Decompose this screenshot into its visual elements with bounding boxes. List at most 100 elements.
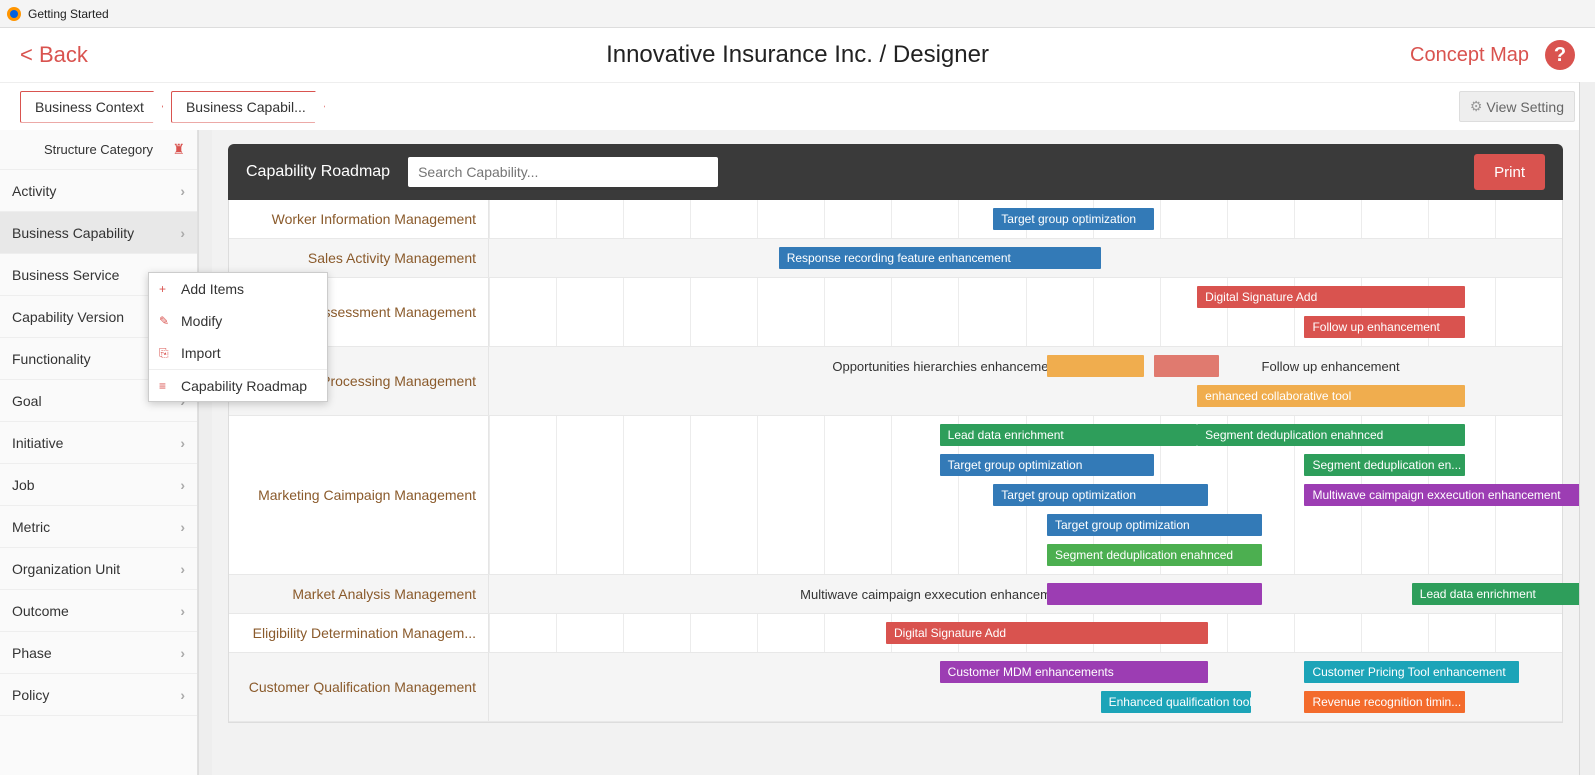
roadmap-bar[interactable] xyxy=(1047,355,1144,377)
bar-line: Digital Signature Add xyxy=(489,618,1562,648)
context-menu-label: Capability Roadmap xyxy=(181,378,307,394)
roadmap-bar[interactable]: Target group optimization xyxy=(940,454,1155,476)
context-menu-icon: + xyxy=(159,282,173,296)
capability-label[interactable]: Marketing Caimpaign Management xyxy=(229,416,489,574)
roadmap-bar[interactable]: Response recording feature enhancement xyxy=(779,247,1101,269)
browser-tab-bar: Getting Started xyxy=(0,0,1595,28)
roadmap-bar[interactable]: Lead data enrichment xyxy=(1412,583,1579,605)
sidebar-item-label: Job xyxy=(12,477,35,493)
roadmap-bar[interactable]: Segment deduplication enahnced xyxy=(1047,544,1262,566)
sidebar-item-activity[interactable]: Activity › xyxy=(0,170,197,212)
tree-icon[interactable]: ♜ xyxy=(172,141,185,158)
sidebar-item-organization-unit[interactable]: Organization Unit› xyxy=(0,548,197,590)
window-scrollbar[interactable]: ▲ xyxy=(1579,28,1595,775)
roadmap-bar[interactable] xyxy=(1047,583,1262,605)
capability-label[interactable]: Eligibility Determination Managem... xyxy=(229,614,489,652)
firefox-icon xyxy=(6,6,22,22)
roadmap-bar[interactable]: enhanced collaborative tool xyxy=(1197,385,1465,407)
roadmap-title: Capability Roadmap xyxy=(246,163,390,181)
sidebar-item-policy[interactable]: Policy › xyxy=(0,674,197,716)
capability-bars: Multiwave caimpaign exxecution enhanceme… xyxy=(489,575,1562,613)
concept-map-link[interactable]: Concept Map xyxy=(1410,44,1529,67)
roadmap-bar[interactable]: Segment deduplication en... xyxy=(1304,454,1465,476)
roadmap-bar[interactable]: Segment deduplication enahnced xyxy=(1197,424,1465,446)
roadmap-bar[interactable]: Enhanced qualification tool xyxy=(1101,691,1251,713)
capability-bars: Response recording feature enhancement xyxy=(489,239,1562,277)
capability-bars: Customer MDM enhancements Customer Pricin… xyxy=(489,653,1562,721)
chevron-right-icon: › xyxy=(180,519,185,535)
sidebar-item-label: Outcome xyxy=(12,603,69,619)
bar-line: Response recording feature enhancement xyxy=(489,243,1562,273)
roadmap-bar[interactable]: Lead data enrichment xyxy=(940,424,1198,446)
roadmap-text: Follow up enhancement xyxy=(1262,355,1400,377)
bar-line: Target group optimizationMultiwave caimp… xyxy=(489,480,1562,510)
capability-row: Order Processing ManagementOpportunities… xyxy=(229,347,1562,416)
sidebar-item-label: Metric xyxy=(12,519,50,535)
help-icon[interactable]: ? xyxy=(1545,40,1575,70)
roadmap-bar[interactable]: Target group optimization xyxy=(1047,514,1262,536)
context-menu-add-items[interactable]: + Add Items xyxy=(149,273,327,305)
capability-label[interactable]: Market Analysis Management xyxy=(229,575,489,613)
back-link[interactable]: < Back xyxy=(20,42,88,68)
chevron-right-icon: › xyxy=(180,225,185,241)
roadmap-grid: Worker Information Management Target grou… xyxy=(228,200,1563,723)
sidebar: Structure Category ♜ Activity›Business C… xyxy=(0,130,198,775)
gear-icon: ⚙ xyxy=(1470,98,1483,115)
roadmap-bar[interactable]: Target group optimization xyxy=(993,484,1208,506)
bar-line: Segment deduplication enahnced xyxy=(489,540,1562,570)
search-capability-input[interactable] xyxy=(408,157,718,187)
capability-bars: Opportunities hierarchies enhancement Fol… xyxy=(489,347,1562,415)
context-menu-icon: ⎘ xyxy=(159,346,173,361)
chevron-right-icon: › xyxy=(180,183,185,199)
sidebar-scrollbar[interactable] xyxy=(198,130,212,775)
context-menu-icon: ✎ xyxy=(159,314,173,328)
roadmap-bar[interactable] xyxy=(1154,355,1218,377)
roadmap-bar[interactable]: Digital Signature Add xyxy=(886,622,1208,644)
capability-bars: Target group optimization xyxy=(489,200,1562,238)
sidebar-item-outcome[interactable]: Outcome › xyxy=(0,590,197,632)
bar-line: Lead data enrichmentSegment deduplicatio… xyxy=(489,420,1562,450)
roadmap-bar[interactable]: Multiwave caimpaign exxecution enhanceme… xyxy=(1304,484,1579,506)
roadmap-text: Opportunities hierarchies enhancement xyxy=(832,355,1059,377)
bar-line: Enhanced qualification tool Revenue recog… xyxy=(489,687,1562,717)
context-menu: + Add Items ✎Modify⎘Import≡Capability Road… xyxy=(148,272,328,402)
roadmap-bar[interactable]: Target group optimization xyxy=(993,208,1154,230)
sidebar-item-job[interactable]: Job› xyxy=(0,464,197,506)
sidebar-item-phase[interactable]: Phase› xyxy=(0,632,197,674)
chevron-right-icon: › xyxy=(180,603,185,619)
sidebar-item-business-capability[interactable]: Business Capability › xyxy=(0,212,197,254)
roadmap-bar[interactable]: Customer Pricing Tool enhancement xyxy=(1304,661,1519,683)
print-button[interactable]: Print xyxy=(1474,154,1545,190)
breadcrumb-1[interactable]: Business Capabil... xyxy=(171,91,325,123)
sidebar-item-metric[interactable]: Metric › xyxy=(0,506,197,548)
sidebar-item-label: Capability Version xyxy=(12,309,124,325)
capability-label[interactable]: Worker Information Management xyxy=(229,200,489,238)
context-menu-import[interactable]: ⎘Import xyxy=(149,337,327,369)
sidebar-item-initiative[interactable]: Initiative› xyxy=(0,422,197,464)
sidebar-item-label: Business Capability xyxy=(12,225,134,241)
sidebar-item-label: Activity xyxy=(12,183,56,199)
chevron-right-icon: › xyxy=(180,687,185,703)
roadmap-bar[interactable]: Digital Signature Add xyxy=(1197,286,1465,308)
roadmap-bar[interactable]: Customer MDM enhancements xyxy=(940,661,1208,683)
roadmap-bar[interactable]: Revenue recognition timin... xyxy=(1304,691,1465,713)
sidebar-item-label: Policy xyxy=(12,687,49,703)
capability-row: Assessment ManagementDigital Signature A… xyxy=(229,278,1562,347)
bar-line: Target group optimization Segment dedupli… xyxy=(489,450,1562,480)
roadmap-bar[interactable]: Follow up enhancement xyxy=(1304,316,1465,338)
context-menu-capability-roadmap[interactable]: ≡Capability Roadmap xyxy=(149,369,327,401)
capability-label[interactable]: Customer Qualification Management xyxy=(229,653,489,721)
browser-tab-title: Getting Started xyxy=(28,7,109,21)
main-panel: Capability Roadmap Print Worker Informat… xyxy=(212,130,1579,775)
bar-line: enhanced collaborative tool xyxy=(489,381,1562,411)
context-menu-label: Add Items xyxy=(181,281,244,297)
capability-row: Eligibility Determination Managem... Digi… xyxy=(229,614,1562,653)
context-menu-modify[interactable]: ✎Modify xyxy=(149,305,327,337)
breadcrumb-0[interactable]: Business Context xyxy=(20,91,163,123)
view-setting-button[interactable]: ⚙ View Setting xyxy=(1459,91,1575,122)
breadcrumb-bar: Business ContextBusiness Capabil... ⚙ Vi… xyxy=(0,82,1595,130)
bar-line: Target group optimization xyxy=(489,204,1562,234)
chevron-right-icon: › xyxy=(180,435,185,451)
sidebar-item-label: Business Service xyxy=(12,267,119,283)
capability-bars: Digital Signature Add xyxy=(489,614,1562,652)
